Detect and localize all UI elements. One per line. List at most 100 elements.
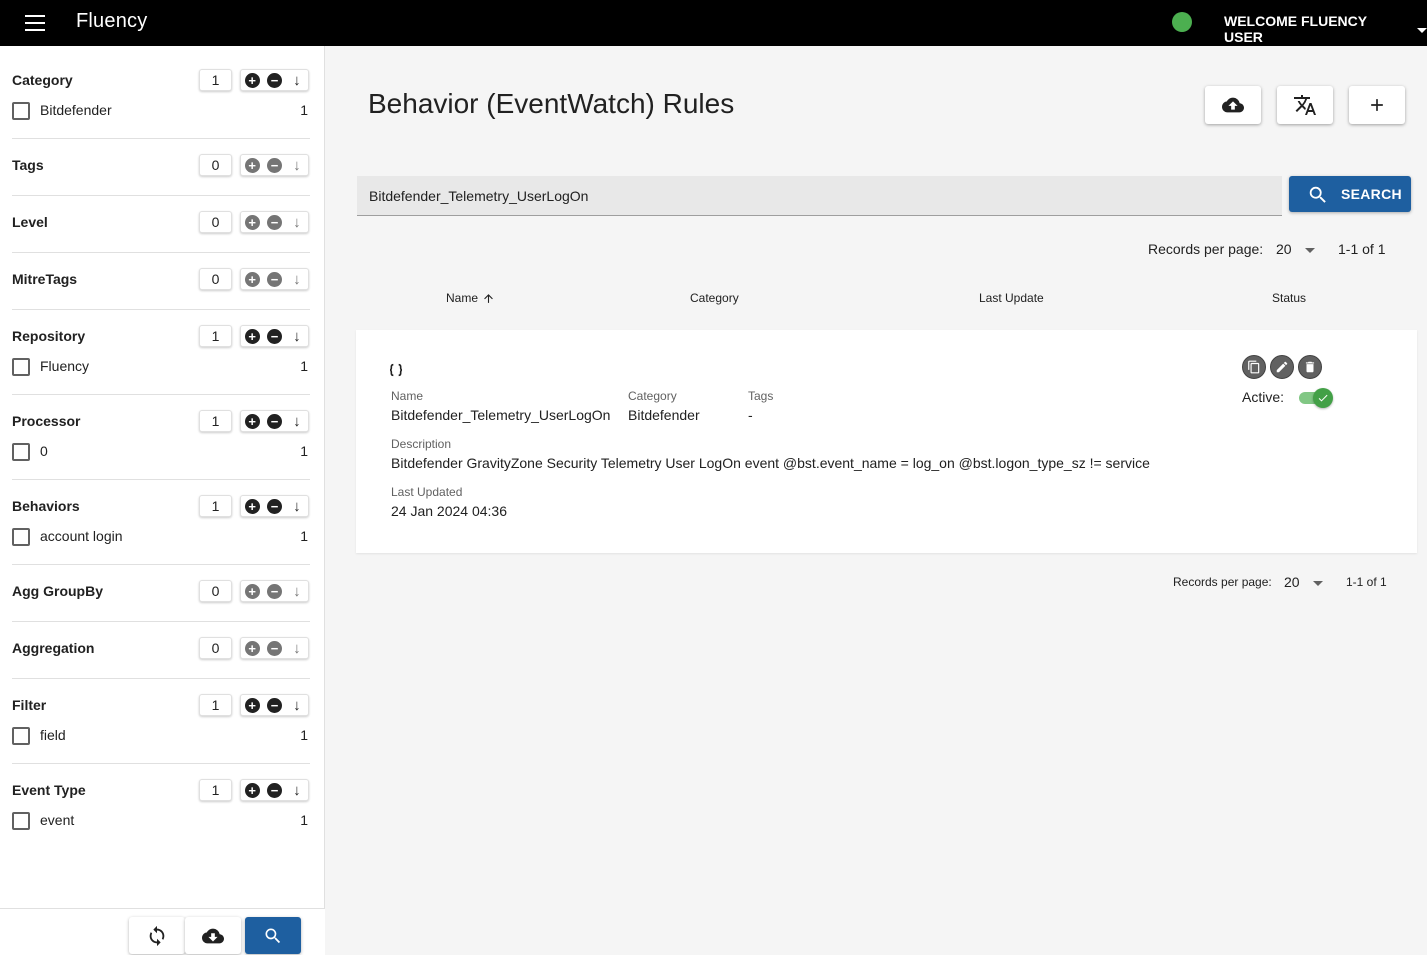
rule-category: Bitdefender bbox=[628, 407, 700, 423]
rule-card[interactable]: Name Bitdefender_Telemetry_UserLogOn Cat… bbox=[356, 330, 1417, 553]
search-icon bbox=[265, 928, 281, 943]
records-per-page-select[interactable]: 20 bbox=[1276, 241, 1320, 261]
arrow-down-icon[interactable]: ↓ bbox=[289, 499, 304, 514]
cloud-download-icon bbox=[202, 928, 224, 943]
arrow-down-icon[interactable]: ↓ bbox=[289, 215, 304, 230]
plus-circle-icon[interactable]: + bbox=[244, 782, 260, 798]
facet-controls: + − ↓ bbox=[240, 637, 309, 659]
arrow-down-icon[interactable]: ↓ bbox=[289, 783, 304, 798]
checkbox[interactable] bbox=[12, 443, 30, 461]
facet-controls: + − ↓ bbox=[240, 410, 309, 432]
arrow-down-icon[interactable]: ↓ bbox=[289, 641, 304, 656]
facet-mitretags: MitreTags 0 + − ↓ bbox=[12, 268, 310, 325]
minus-circle-icon[interactable]: − bbox=[266, 782, 282, 798]
facet-count: 0 bbox=[199, 268, 232, 290]
facet-option: Bitdefender 1 bbox=[12, 100, 310, 120]
plus-circle-icon[interactable]: + bbox=[244, 697, 260, 713]
plus-circle-icon[interactable]: + bbox=[244, 583, 260, 599]
rule-category-label: Category bbox=[628, 389, 677, 403]
minus-circle-icon[interactable]: − bbox=[266, 72, 282, 88]
records-per-page-select-bottom[interactable]: 20 bbox=[1284, 574, 1328, 594]
column-header-last-update[interactable]: Last Update bbox=[979, 291, 1044, 305]
rule-last-updated: 24 Jan 2024 04:36 bbox=[391, 503, 507, 519]
translate-button[interactable] bbox=[1277, 86, 1333, 124]
facet-event-type: Event Type 1 + − ↓ event 1 bbox=[12, 779, 310, 836]
arrow-down-icon[interactable]: ↓ bbox=[289, 329, 304, 344]
facet-option-count: 1 bbox=[300, 358, 308, 374]
checkbox[interactable] bbox=[12, 102, 30, 120]
minus-circle-icon[interactable]: − bbox=[266, 498, 282, 514]
user-menu-label: WELCOME FLUENCY USER bbox=[1224, 13, 1367, 45]
translate-icon bbox=[1294, 95, 1316, 115]
facet-title: Behaviors bbox=[12, 498, 80, 514]
divider bbox=[12, 138, 310, 139]
minus-circle-icon[interactable]: − bbox=[266, 157, 282, 173]
plus-circle-icon[interactable]: + bbox=[244, 72, 260, 88]
status-indicator bbox=[1172, 12, 1192, 32]
plus-circle-icon[interactable]: + bbox=[244, 413, 260, 429]
minus-circle-icon[interactable]: − bbox=[266, 413, 282, 429]
facet-controls: + − ↓ bbox=[240, 779, 309, 801]
column-header-category[interactable]: Category bbox=[690, 291, 739, 305]
divider bbox=[12, 309, 310, 310]
facet-title: Processor bbox=[12, 413, 81, 429]
rule-description-label: Description bbox=[391, 437, 452, 451]
checkbox[interactable] bbox=[12, 358, 30, 376]
checkbox[interactable] bbox=[12, 528, 30, 546]
upload-button[interactable] bbox=[1205, 86, 1261, 124]
facet-count: 1 bbox=[199, 410, 232, 432]
facet-filter: Filter 1 + − ↓ field 1 bbox=[12, 694, 310, 751]
facet-processor: Processor 1 + − ↓ 0 1 bbox=[12, 410, 310, 467]
minus-circle-icon[interactable]: − bbox=[266, 214, 282, 230]
plus-circle-icon[interactable]: + bbox=[244, 214, 260, 230]
facet-category: Category 1 + − ↓ Bitdefender 1 bbox=[12, 69, 310, 126]
minus-circle-icon[interactable]: − bbox=[266, 640, 282, 656]
refresh-button[interactable] bbox=[129, 917, 185, 954]
menu-icon[interactable] bbox=[25, 15, 45, 31]
active-toggle[interactable] bbox=[1299, 388, 1333, 408]
minus-circle-icon[interactable]: − bbox=[266, 328, 282, 344]
edit-rule-button[interactable] bbox=[1270, 355, 1294, 379]
divider bbox=[12, 195, 310, 196]
facet-title: Filter bbox=[12, 697, 47, 713]
arrow-down-icon[interactable]: ↓ bbox=[289, 158, 304, 173]
sidebar-search-button[interactable] bbox=[245, 917, 301, 954]
download-button[interactable] bbox=[185, 917, 241, 954]
checkbox[interactable] bbox=[12, 727, 30, 745]
minus-circle-icon[interactable]: − bbox=[266, 697, 282, 713]
minus-circle-icon[interactable]: − bbox=[266, 583, 282, 599]
rule-description: Bitdefender GravityZone Security Telemet… bbox=[391, 455, 1150, 471]
pagination-range-bottom: 1-1 of 1 bbox=[1346, 575, 1387, 589]
plus-circle-icon[interactable]: + bbox=[244, 640, 260, 656]
minus-circle-icon[interactable]: − bbox=[266, 271, 282, 287]
search-input[interactable] bbox=[357, 176, 1282, 216]
plus-circle-icon[interactable]: + bbox=[244, 498, 260, 514]
arrow-down-icon[interactable]: ↓ bbox=[289, 73, 304, 88]
arrow-down-icon[interactable]: ↓ bbox=[289, 698, 304, 713]
arrow-down-icon[interactable]: ↓ bbox=[289, 414, 304, 429]
facet-option: 01 bbox=[12, 441, 310, 461]
delete-rule-button[interactable] bbox=[1298, 355, 1322, 379]
facet-option-label: account login bbox=[40, 528, 123, 544]
plus-circle-icon[interactable]: + bbox=[244, 328, 260, 344]
add-rule-button[interactable] bbox=[1349, 86, 1405, 124]
copy-rule-button[interactable] bbox=[1242, 355, 1266, 379]
user-menu[interactable]: WELCOME FLUENCY USER bbox=[1224, 13, 1427, 45]
divider bbox=[12, 564, 310, 565]
divider bbox=[12, 479, 310, 480]
facet-aggregation: Aggregation 0 + − ↓ bbox=[12, 637, 310, 694]
search-button-label: SEARCH bbox=[1341, 186, 1402, 202]
search-button[interactable]: SEARCH bbox=[1289, 176, 1411, 212]
rule-last-updated-label: Last Updated bbox=[391, 485, 463, 499]
plus-circle-icon[interactable]: + bbox=[244, 157, 260, 173]
facet-count: 0 bbox=[199, 154, 232, 176]
column-header-status[interactable]: Status bbox=[1272, 291, 1306, 305]
facet-count: 0 bbox=[199, 211, 232, 233]
checkbox[interactable] bbox=[12, 812, 30, 830]
arrow-down-icon[interactable]: ↓ bbox=[289, 272, 304, 287]
plus-circle-icon[interactable]: + bbox=[244, 271, 260, 287]
column-header-name[interactable]: Name bbox=[446, 291, 495, 305]
facet-count: 0 bbox=[199, 580, 232, 602]
arrow-down-icon[interactable]: ↓ bbox=[289, 584, 304, 599]
chevron-down-icon bbox=[1417, 27, 1427, 33]
